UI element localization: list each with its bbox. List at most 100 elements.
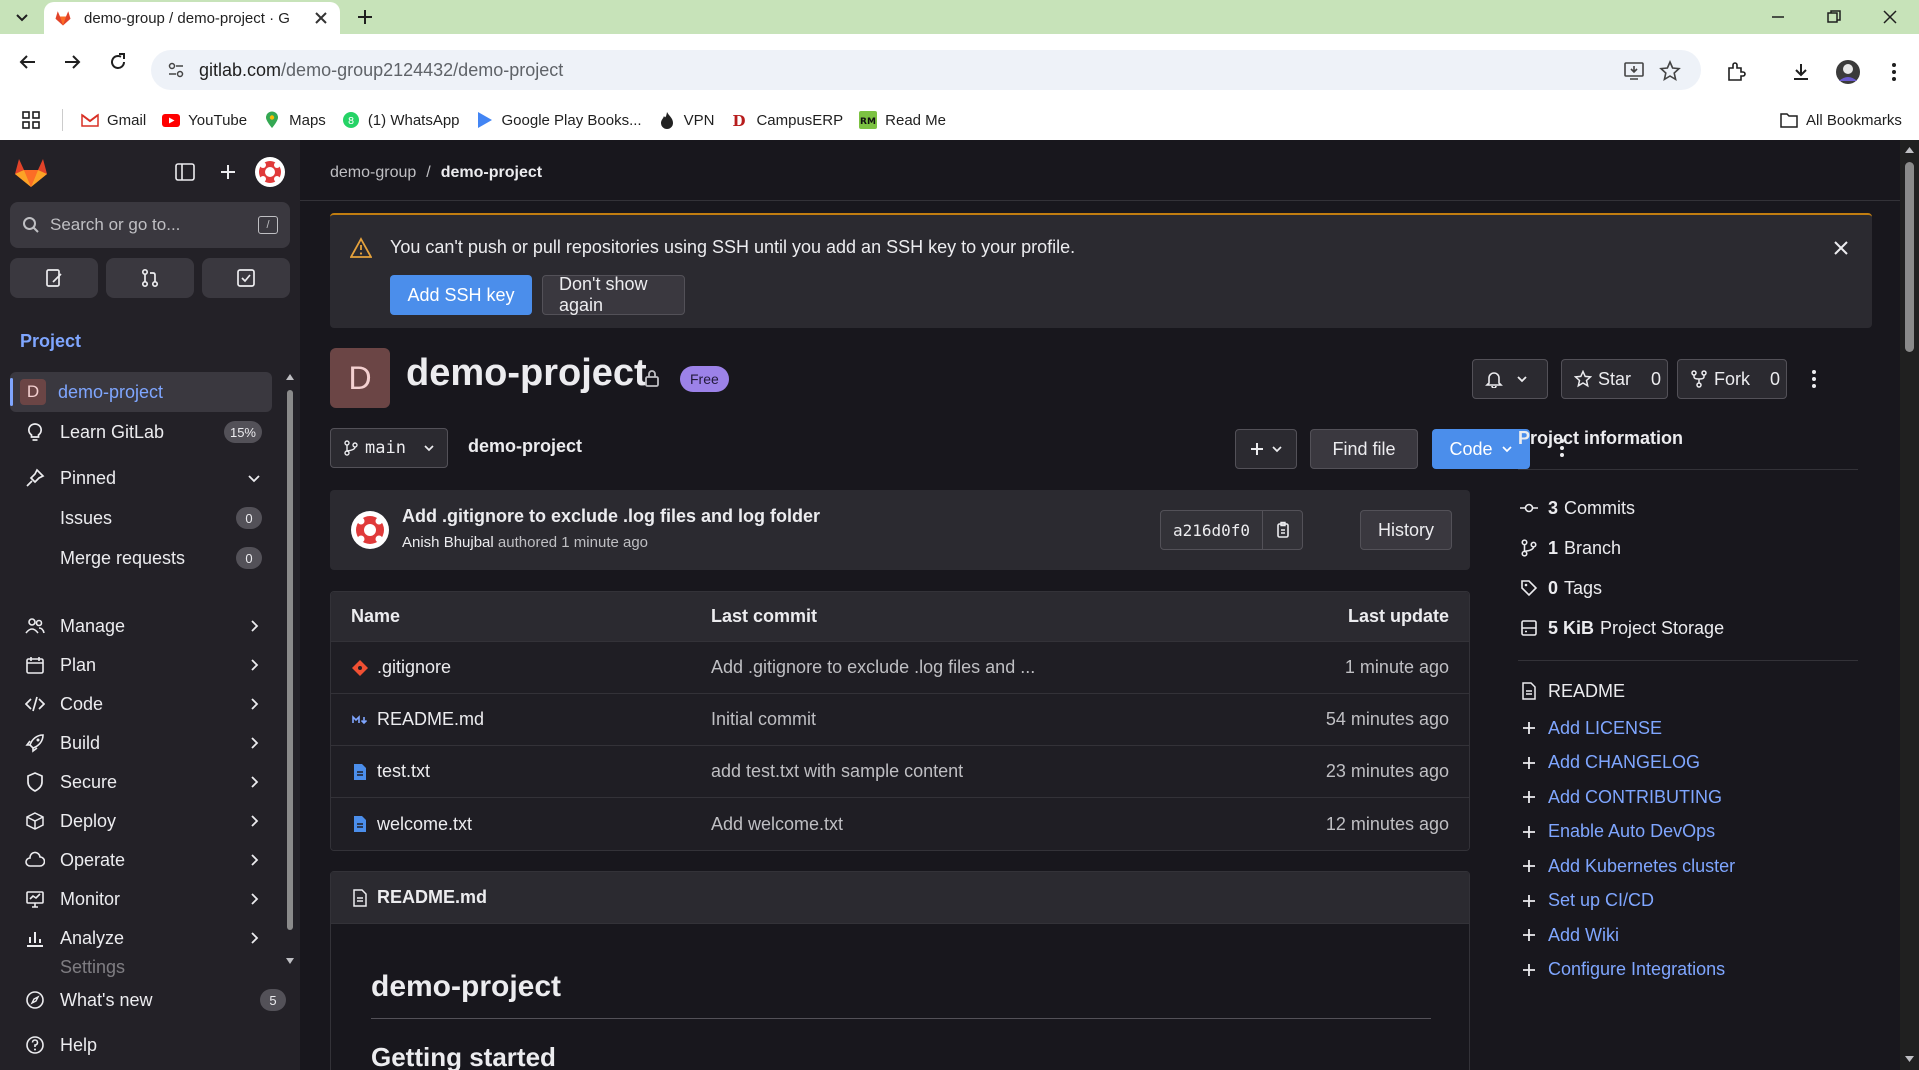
file-name-cell[interactable]: .gitignore xyxy=(331,657,711,678)
search-input[interactable]: Search or go to... / xyxy=(10,202,290,248)
whats-new-button[interactable]: What's new 5 xyxy=(10,980,286,1020)
downloads-icon[interactable] xyxy=(1787,58,1815,86)
browser-tab[interactable]: demo-group / demo-project · G xyxy=(44,2,340,34)
sidebar-item-project[interactable]: D demo-project xyxy=(10,372,272,412)
add-file-dropdown[interactable] xyxy=(1235,429,1297,469)
install-app-icon[interactable] xyxy=(1623,60,1645,82)
sidebar-item-code[interactable]: Code xyxy=(10,684,272,724)
repo-path[interactable]: demo-project xyxy=(468,436,582,457)
minimize-icon[interactable] xyxy=(1758,4,1798,30)
bookmark-campuserp[interactable]: D CampusERP xyxy=(722,106,851,134)
sidebar-item-deploy[interactable]: Deploy xyxy=(10,801,272,841)
copy-sha-button[interactable] xyxy=(1262,511,1302,549)
add-changelog-link[interactable]: Add CHANGELOG xyxy=(1518,746,1858,781)
tab-search-icon[interactable] xyxy=(10,6,34,28)
dont-show-again-button[interactable]: Don't show again xyxy=(542,274,685,315)
site-info-icon[interactable] xyxy=(167,61,185,79)
commit-author[interactable]: Anish Bhujbal xyxy=(402,534,494,551)
browser-menu-icon[interactable] xyxy=(1880,58,1908,86)
fork-count[interactable]: 0 xyxy=(1758,360,1792,398)
close-icon[interactable] xyxy=(1830,237,1852,259)
restore-icon[interactable] xyxy=(1814,4,1854,30)
sidebar-scrollbar[interactable] xyxy=(284,370,296,970)
file-name-cell[interactable]: test.txt xyxy=(331,761,711,782)
branch-selector[interactable]: main xyxy=(330,428,448,468)
file-name-cell[interactable]: welcome.txt xyxy=(331,814,711,835)
file-last-commit[interactable]: Initial commit xyxy=(711,709,1231,730)
back-icon[interactable] xyxy=(14,48,42,76)
file-last-commit[interactable]: Add welcome.txt xyxy=(711,814,1231,835)
forward-icon[interactable] xyxy=(58,48,86,76)
gitlab-logo-icon[interactable] xyxy=(14,156,48,188)
address-bar[interactable]: gitlab.com/demo-group2124432/demo-projec… xyxy=(151,50,1701,90)
bookmark-youtube[interactable]: YouTube xyxy=(154,106,255,134)
sidebar-item-secure[interactable]: Secure xyxy=(10,762,272,802)
star-action[interactable]: Star xyxy=(1562,360,1639,398)
sidebar-item-manage[interactable]: Manage xyxy=(10,606,272,646)
sidebar-item-monitor[interactable]: Monitor xyxy=(10,879,272,919)
assigned-issues-button[interactable] xyxy=(10,258,98,298)
bookmark-maps[interactable]: Maps xyxy=(255,106,334,134)
sidebar-item-analyze[interactable]: Analyze xyxy=(10,918,272,958)
table-row[interactable]: test.txt add test.txt with sample conten… xyxy=(331,746,1469,798)
scroll-up-icon[interactable] xyxy=(1904,146,1915,154)
sidebar-item-plan[interactable]: Plan xyxy=(10,645,272,685)
enable-auto-devops-link[interactable]: Enable Auto DevOps xyxy=(1518,815,1858,850)
create-new-icon[interactable] xyxy=(218,162,238,182)
reload-icon[interactable] xyxy=(104,48,132,76)
file-name-cell[interactable]: README.md xyxy=(331,709,711,730)
configure-integrations-link[interactable]: Configure Integrations xyxy=(1518,953,1858,988)
more-actions-icon[interactable] xyxy=(1802,367,1826,391)
breadcrumb-group[interactable]: demo-group xyxy=(330,164,416,182)
bookmark-star-icon[interactable] xyxy=(1659,60,1681,82)
star-count[interactable]: 0 xyxy=(1639,360,1673,398)
sidebar-item-settings[interactable]: Settings xyxy=(10,957,272,977)
fork-button[interactable]: Fork 0 xyxy=(1677,359,1787,399)
table-row[interactable]: README.md Initial commit 54 minutes ago xyxy=(331,694,1469,746)
sidebar-item-pinned[interactable]: Pinned xyxy=(10,458,272,498)
todo-list-button[interactable] xyxy=(202,258,290,298)
scroll-down-icon[interactable] xyxy=(1904,1055,1915,1063)
sidebar-item-merge-requests[interactable]: Merge requests 0 xyxy=(10,538,272,578)
commits-stat[interactable]: 3 Commits xyxy=(1518,488,1858,528)
readme-filename[interactable]: README.md xyxy=(377,887,487,908)
table-row[interactable]: welcome.txt Add welcome.txt 12 minutes a… xyxy=(331,798,1469,850)
readme-link[interactable]: README xyxy=(1518,671,1858,711)
storage-stat[interactable]: 5 KiB Project Storage xyxy=(1518,608,1858,648)
add-contributing-link[interactable]: Add CONTRIBUTING xyxy=(1518,780,1858,815)
window-close-icon[interactable] xyxy=(1870,4,1910,30)
collapse-sidebar-icon[interactable] xyxy=(175,162,195,182)
user-avatar[interactable] xyxy=(254,156,286,188)
all-bookmarks[interactable]: All Bookmarks xyxy=(1772,106,1910,134)
file-last-commit[interactable]: add test.txt with sample content xyxy=(711,761,1231,782)
setup-ci-cd-link[interactable]: Set up CI/CD xyxy=(1518,884,1858,919)
fork-action[interactable]: Fork xyxy=(1678,360,1758,398)
new-tab-icon[interactable] xyxy=(354,6,376,28)
help-button[interactable]: Help xyxy=(10,1025,272,1065)
find-file-button[interactable]: Find file xyxy=(1310,429,1418,469)
branches-stat[interactable]: 1 Branch xyxy=(1518,528,1858,568)
commit-author-avatar[interactable] xyxy=(350,510,390,550)
add-ssh-key-button[interactable]: Add SSH key xyxy=(390,275,532,315)
notifications-dropdown[interactable] xyxy=(1472,359,1548,399)
add-wiki-link[interactable]: Add Wiki xyxy=(1518,918,1858,953)
history-button[interactable]: History xyxy=(1360,510,1452,550)
tags-stat[interactable]: 0 Tags xyxy=(1518,568,1858,608)
bookmark-play-books[interactable]: Google Play Books... xyxy=(468,106,650,134)
file-last-commit[interactable]: Add .gitignore to exclude .log files and… xyxy=(711,657,1231,678)
apps-icon[interactable] xyxy=(14,106,62,134)
code-dropdown-button[interactable]: Code xyxy=(1432,429,1530,469)
scrollbar-thumb[interactable] xyxy=(1905,162,1914,352)
bookmark-read-me[interactable]: RM Read Me xyxy=(851,106,954,134)
sidebar-item-learn-gitlab[interactable]: Learn GitLab 15% xyxy=(10,412,272,452)
star-button[interactable]: Star 0 xyxy=(1561,359,1668,399)
sidebar-item-build[interactable]: Build xyxy=(10,723,272,763)
table-row[interactable]: .gitignore Add .gitignore to exclude .lo… xyxy=(331,642,1469,694)
bookmark-gmail[interactable]: Gmail xyxy=(73,106,154,134)
page-scrollbar[interactable] xyxy=(1900,140,1919,1070)
bookmark-vpn[interactable]: VPN xyxy=(650,106,723,134)
sidebar-item-operate[interactable]: Operate xyxy=(10,840,272,880)
profile-avatar-icon[interactable] xyxy=(1834,58,1862,86)
sidebar-item-issues[interactable]: Issues 0 xyxy=(10,498,272,538)
breadcrumb-project[interactable]: demo-project xyxy=(441,164,542,182)
